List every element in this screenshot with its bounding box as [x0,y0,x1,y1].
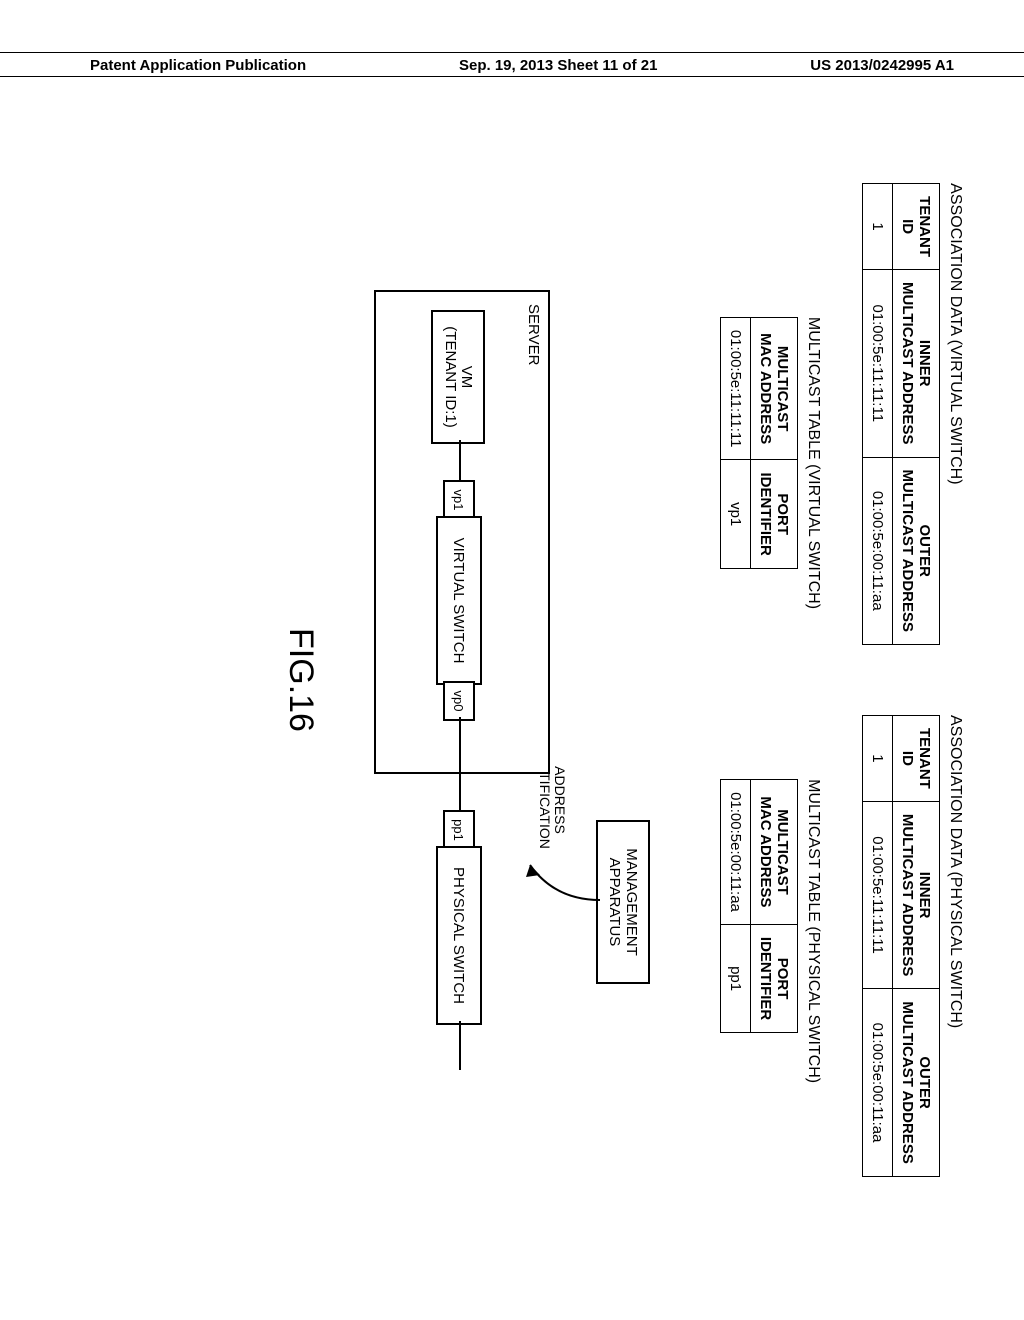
mcast-physical-table: MULTICAST MAC ADDRESS PORT IDENTIFIER 01… [720,779,798,1033]
assoc-virtual-block: ASSOCIATION DATA (VIRTUAL SWITCH) TENANT… [862,183,964,645]
connector-line [459,440,461,480]
col-tenant-id: TENANT ID [893,184,940,270]
arrow-icon [510,845,600,915]
vp0-port: vp0 [443,681,475,721]
connector-line [459,717,461,810]
col-tenant-id: TENANT ID [893,716,940,802]
col-port-id: PORT IDENTIFIER [751,924,798,1032]
assoc-physical-table: TENANT ID INNER MULTICAST ADDRESS OUTER … [862,715,940,1177]
table-row: 1 01:00:5e:11:11:11 01:00:5e:00:11:aa [863,184,893,645]
col-inner-mc: INNER MULTICAST ADDRESS [893,801,940,989]
association-tables-row: ASSOCIATION DATA (VIRTUAL SWITCH) TENANT… [862,170,964,1190]
page-header: Patent Application Publication Sep. 19, … [0,52,1024,77]
assoc-virtual-table: TENANT ID INNER MULTICAST ADDRESS OUTER … [862,183,940,645]
col-inner-mc: INNER MULTICAST ADDRESS [893,270,940,458]
mcast-physical-block: MULTICAST TABLE (PHYSICAL SWITCH) MULTIC… [720,779,822,1083]
col-port-id: PORT IDENTIFIER [751,460,798,568]
physical-switch-box: PHYSICAL SWITCH [436,846,482,1025]
table-row: 1 01:00:5e:11:11:11 01:00:5e:00:11:aa [863,716,893,1177]
multicast-tables-row: MULTICAST TABLE (VIRTUAL SWITCH) MULTICA… [720,170,822,1190]
header-right: US 2013/0242995 A1 [810,57,954,74]
header-center: Sep. 19, 2013 Sheet 11 of 21 [459,57,657,74]
assoc-virtual-caption: ASSOCIATION DATA (VIRTUAL SWITCH) [946,183,964,484]
vp1-port: vp1 [443,480,475,520]
col-mc-mac: MULTICAST MAC ADDRESS [751,780,798,925]
col-outer-mc: OUTER MULTICAST ADDRESS [893,457,940,645]
mcast-physical-caption: MULTICAST TABLE (PHYSICAL SWITCH) [804,779,822,1083]
assoc-physical-caption: ASSOCIATION DATA (PHYSICAL SWITCH) [946,715,964,1028]
connector-line [459,1021,461,1070]
mcast-virtual-table: MULTICAST MAC ADDRESS PORT IDENTIFIER 01… [720,317,798,569]
vm-box: VM (TENANT ID:1) [431,310,485,444]
header-left: Patent Application Publication [90,57,306,74]
virtual-switch-box: VIRTUAL SWITCH [436,516,482,685]
mcast-virtual-caption: MULTICAST TABLE (VIRTUAL SWITCH) [804,317,822,609]
table-row: 01:00:5e:00:11:aa pp1 [721,780,751,1033]
col-mc-mac: MULTICAST MAC ADDRESS [751,317,798,460]
server-label: SERVER [525,304,542,365]
management-apparatus-box: MANAGEMENT APPARATUS [596,820,650,984]
pp1-port: pp1 [443,810,475,850]
figure-label: FIG.16 [281,628,320,732]
table-row: 01:00:5e:11:11:11 vp1 [721,317,751,568]
assoc-physical-block: ASSOCIATION DATA (PHYSICAL SWITCH) TENAN… [862,715,964,1177]
mcast-virtual-block: MULTICAST TABLE (VIRTUAL SWITCH) MULTICA… [720,317,822,609]
col-outer-mc: OUTER MULTICAST ADDRESS [893,989,940,1177]
block-diagram: MANAGEMENT APPARATUS ADDRESS NOTIFICATIO… [350,290,650,1070]
